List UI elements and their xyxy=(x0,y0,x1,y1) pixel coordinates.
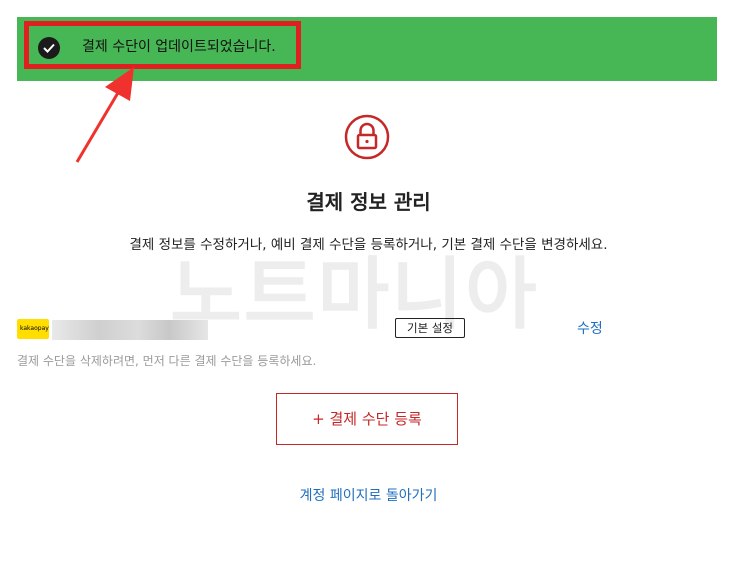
default-badge: 기본 설정 xyxy=(395,318,465,338)
kakaopay-logo: kakaopay xyxy=(17,319,49,339)
edit-link[interactable]: 수정 xyxy=(577,318,603,338)
back-to-account-link[interactable]: 계정 페이지로 돌아가기 xyxy=(0,485,737,505)
watermark: 노트마니아 xyxy=(170,250,539,340)
lock-icon xyxy=(344,114,390,160)
add-payment-method-button[interactable]: + 결제 수단 등록 xyxy=(276,393,458,445)
kakaopay-logo-text: kakaopay xyxy=(20,325,49,332)
blurred-card-number xyxy=(52,320,208,340)
delete-note: 결제 수단을 삭제하려면, 먼저 다른 결제 수단을 등록하세요. xyxy=(17,354,317,368)
page-title: 결제 정보 관리 xyxy=(306,190,431,214)
